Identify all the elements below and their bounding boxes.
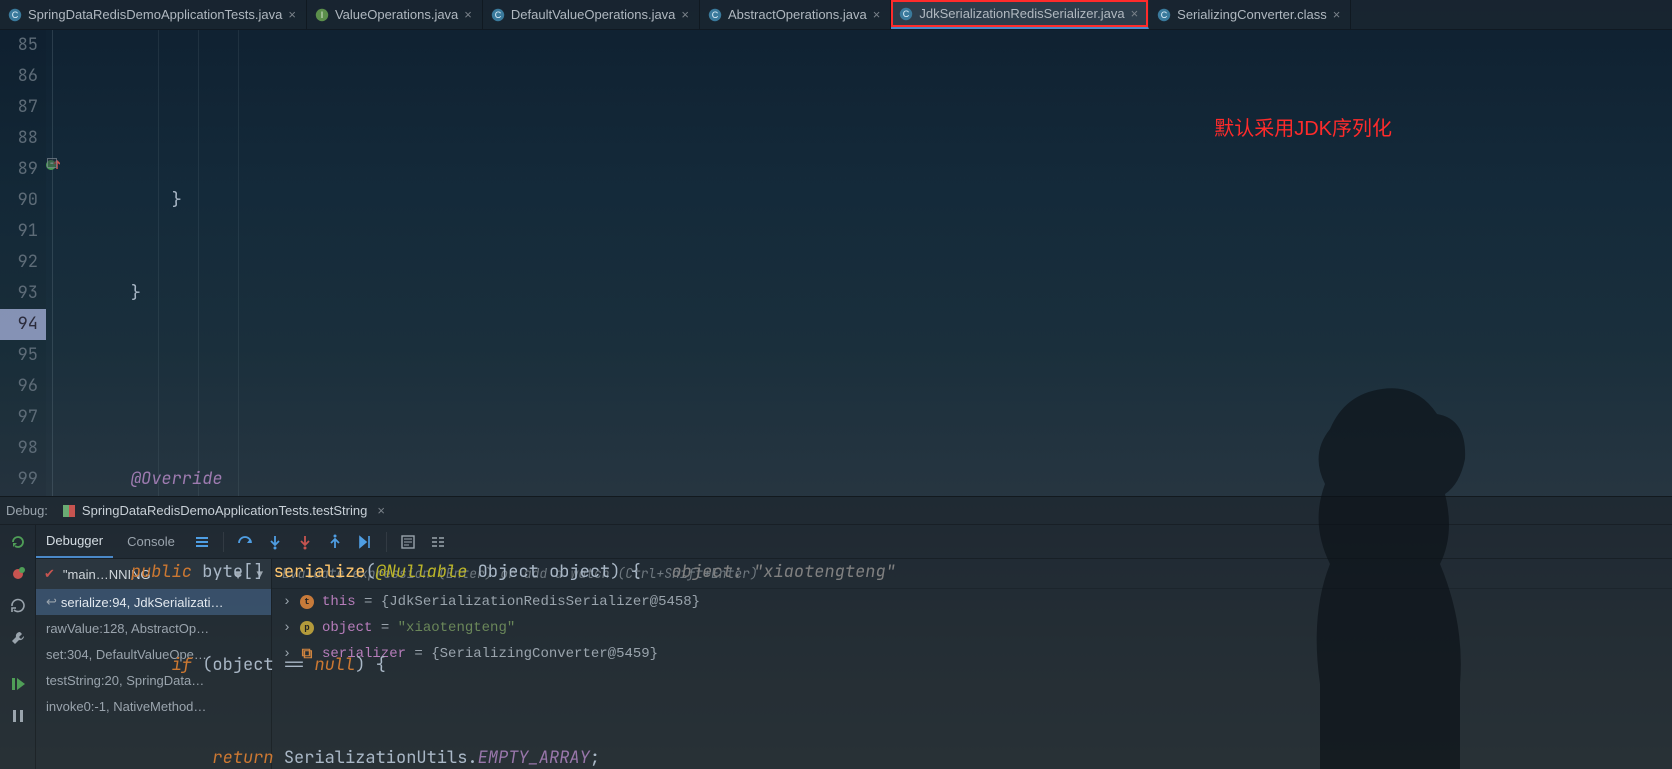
class-file-icon: C <box>8 8 22 22</box>
annotation-override: @Override <box>131 468 223 490</box>
close-icon[interactable]: × <box>1131 6 1139 21</box>
line-number: 95 <box>0 340 46 371</box>
debug-side-toolbar <box>0 525 36 769</box>
line-number: 91 <box>0 216 46 247</box>
editor-tab-strip: C SpringDataRedisDemoApplicationTests.jav… <box>0 0 1672 30</box>
close-icon[interactable]: × <box>288 7 296 22</box>
tab-label: AbstractOperations.java <box>728 7 867 22</box>
editor-tab[interactable]: C DefaultValueOperations.java × <box>483 0 700 29</box>
line-number: 85 <box>0 30 46 61</box>
line-number: 96 <box>0 371 46 402</box>
annotation-overlay: 默认采用JDK序列化 <box>1214 114 1392 145</box>
settings-wrench-icon[interactable] <box>7 627 29 649</box>
tab-label: SerializingConverter.class <box>1177 7 1327 22</box>
rerun-icon[interactable] <box>7 531 29 553</box>
svg-text:C: C <box>903 9 910 19</box>
class-file-icon: C <box>491 8 505 22</box>
tab-label: ValueOperations.java <box>335 7 458 22</box>
editor-tab[interactable]: C SpringDataRedisDemoApplicationTests.jav… <box>0 0 307 29</box>
line-number: 98 <box>0 433 46 464</box>
class-file-icon: C <box>708 8 722 22</box>
code-area[interactable]: 默认采用JDK序列化 } } @Override public byte[] s… <box>70 30 1672 496</box>
editor-tab[interactable]: C SerializingConverter.class × <box>1149 0 1351 29</box>
line-number-gutter: 858687888990919293949596979899 <box>0 30 46 496</box>
fold-column: − <box>46 30 70 496</box>
line-number: 87 <box>0 92 46 123</box>
line-number: 92 <box>0 247 46 278</box>
inline-hint: object: "xiaotengteng" <box>671 561 895 583</box>
line-number: 94 <box>0 309 46 340</box>
close-icon[interactable]: × <box>681 7 689 22</box>
svg-text:C: C <box>1161 10 1168 20</box>
line-number: 90 <box>0 185 46 216</box>
code-editor: 858687888990919293949596979899 − 默认采用JDK… <box>0 30 1672 496</box>
interface-file-icon: I <box>315 8 329 22</box>
return-arrow-icon: ↩ <box>46 594 57 610</box>
line-number: 97 <box>0 402 46 433</box>
class-file-icon: C <box>1157 8 1171 22</box>
editor-tab[interactable]: C AbstractOperations.java × <box>700 0 891 29</box>
resume-icon[interactable] <box>7 673 29 695</box>
svg-text:C: C <box>712 10 719 20</box>
kw-public: public <box>131 561 192 583</box>
close-icon[interactable]: × <box>1333 7 1341 22</box>
line-number: 86 <box>0 61 46 92</box>
editor-tab[interactable]: I ValueOperations.java × <box>307 0 483 29</box>
line-number: 88 <box>0 123 46 154</box>
checkmark-icon: ✔ <box>44 566 55 582</box>
method-name: serialize <box>274 561 366 583</box>
tab-label: SpringDataRedisDemoApplicationTests.java <box>28 7 282 22</box>
debug-label: Debug: <box>6 503 48 518</box>
svg-text:I: I <box>321 10 324 20</box>
class-file-icon: C <box>899 7 913 21</box>
update-icon[interactable] <box>7 595 29 617</box>
annotation-nullable: @Nullable <box>376 561 468 583</box>
code-line: } <box>90 282 141 304</box>
fold-toggle[interactable]: − <box>47 158 57 168</box>
tab-label: DefaultValueOperations.java <box>511 7 676 22</box>
line-number: 93 <box>0 278 46 309</box>
editor-tab[interactable]: C JdkSerializationRedisSerializer.java × <box>891 0 1149 29</box>
line-number: 99 <box>0 464 46 495</box>
svg-text:C: C <box>495 10 502 20</box>
code-line: } <box>90 189 182 211</box>
pause-icon[interactable] <box>7 705 29 727</box>
line-number: 89 <box>0 154 46 185</box>
modify-run-icon[interactable] <box>7 563 29 585</box>
svg-text:C: C <box>12 10 19 20</box>
tab-label: JdkSerializationRedisSerializer.java <box>919 6 1124 21</box>
close-icon[interactable]: × <box>873 7 881 22</box>
close-icon[interactable]: × <box>464 7 472 22</box>
